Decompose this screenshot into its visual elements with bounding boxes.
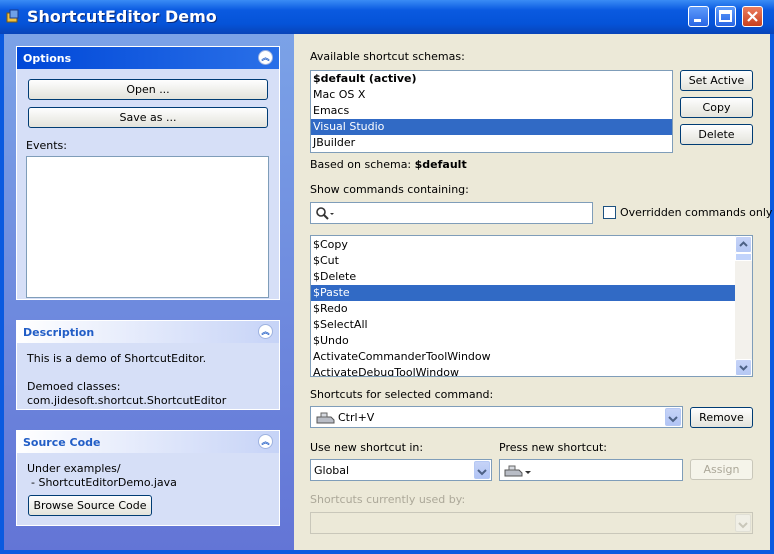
scroll-up-button[interactable] <box>735 236 752 253</box>
based-on-value: $default <box>414 158 467 171</box>
collapse-icon[interactable]: ︽ <box>258 324 273 339</box>
collapse-icon[interactable]: ︽ <box>258 50 273 65</box>
chevron-down-icon <box>668 416 678 423</box>
schemas-label: Available shortcut schemas: <box>310 50 465 63</box>
description-line: This is a demo of ShortcutEditor. <box>27 352 207 365</box>
events-list[interactable] <box>26 156 269 298</box>
description-line: com.jidesoft.shortcut.ShortcutEditor <box>27 394 227 407</box>
list-item[interactable]: $Undo <box>311 333 735 349</box>
set-active-button[interactable]: Set Active <box>680 70 753 91</box>
list-item[interactable]: Visual Studio <box>311 119 672 135</box>
list-item[interactable]: $Copy <box>311 237 735 253</box>
list-item[interactable]: Emacs <box>311 103 672 119</box>
list-item[interactable]: Mac OS X <box>311 87 672 103</box>
description-line: Demoed classes: <box>27 380 121 393</box>
chevron-down-icon <box>739 365 748 371</box>
chevron-up-icon <box>739 241 748 247</box>
source-code-panel: Source Code ︽ Under examples/ - Shortcut… <box>16 430 280 526</box>
based-on-prefix: Based on schema: <box>310 158 412 171</box>
shortcut-value: Ctrl+V <box>338 411 375 424</box>
minimize-button[interactable] <box>688 6 709 27</box>
description-panel-title: Description <box>23 326 95 339</box>
list-item[interactable]: ActivateDebugToolWindow <box>311 365 735 376</box>
list-item[interactable]: ActivateCommanderToolWindow <box>311 349 735 365</box>
search-icon <box>316 207 334 220</box>
overridden-label: Overridden commands only <box>620 206 773 219</box>
press-label: Press new shortcut: <box>499 441 607 454</box>
combo-dropdown-button[interactable] <box>474 461 490 479</box>
description-panel-header[interactable]: Description ︽ <box>17 321 279 343</box>
scroll-down-button[interactable] <box>735 359 752 376</box>
source-code-panel-title: Source Code <box>23 436 101 449</box>
source-code-panel-header[interactable]: Source Code ︽ <box>17 431 279 453</box>
combo-dropdown-button[interactable] <box>735 514 751 532</box>
open-button[interactable]: Open ... <box>28 79 268 100</box>
overridden-checkbox[interactable] <box>603 206 616 219</box>
close-button[interactable] <box>742 6 763 27</box>
keyboard-icon <box>504 465 531 477</box>
remove-button[interactable]: Remove <box>690 407 753 428</box>
events-label: Events: <box>26 139 67 152</box>
list-item[interactable]: $Paste <box>311 285 735 301</box>
schemas-list[interactable]: $default (active) Mac OS X Emacs Visual Stu… <box>310 70 673 153</box>
app-icon <box>6 9 19 23</box>
maximize-icon <box>719 10 732 22</box>
assign-button[interactable]: Assign <box>690 459 753 480</box>
filter-input[interactable] <box>310 202 593 224</box>
source-line: Under examples/ <box>27 462 121 475</box>
task-pane: Options ︽ Open ... Save as ... Events: D… <box>4 34 294 550</box>
options-panel: Options ︽ Open ... Save as ... Events: <box>16 46 280 300</box>
shortcuts-label: Shortcuts for selected command: <box>310 388 494 401</box>
delete-button[interactable]: Delete <box>680 124 753 145</box>
save-as-button[interactable]: Save as ... <box>28 107 268 128</box>
list-item[interactable]: JBuilder <box>311 135 672 151</box>
options-panel-header[interactable]: Options ︽ <box>17 47 279 69</box>
filter-label: Show commands containing: <box>310 183 469 196</box>
press-shortcut-input[interactable] <box>499 459 683 481</box>
window-title: ShortcutEditor Demo <box>27 7 217 26</box>
maximize-button[interactable] <box>715 6 736 27</box>
chevron-down-icon <box>477 469 487 476</box>
minimize-icon <box>694 19 701 22</box>
list-item[interactable]: $Cut <box>311 253 735 269</box>
copy-button[interactable]: Copy <box>680 97 753 118</box>
use-in-label: Use new shortcut in: <box>310 441 424 454</box>
list-item[interactable]: $Delete <box>311 269 735 285</box>
list-item[interactable]: $SelectAll <box>311 317 735 333</box>
combo-dropdown-button[interactable] <box>665 408 681 426</box>
close-icon <box>747 11 758 22</box>
use-in-value: Global <box>314 464 350 477</box>
use-in-combo[interactable]: Global <box>310 459 492 481</box>
title-bar[interactable]: ShortcutEditor Demo <box>0 0 774 34</box>
keyboard-icon <box>316 412 335 424</box>
list-item[interactable]: $default (active) <box>311 71 672 87</box>
client-area: Options ︽ Open ... Save as ... Events: D… <box>4 34 773 550</box>
used-by-label: Shortcuts currently used by: <box>310 493 466 506</box>
description-panel: Description ︽ This is a demo of Shortcut… <box>16 320 280 410</box>
scroll-thumb[interactable] <box>735 253 752 261</box>
based-on-label: Based on schema: $default <box>310 158 467 171</box>
options-panel-title: Options <box>23 52 72 65</box>
commands-list[interactable]: $Copy $Cut $Delete $Paste $Redo $SelectAll $Un… <box>310 235 753 377</box>
browse-source-button[interactable]: Browse Source Code <box>28 495 152 516</box>
used-by-combo[interactable] <box>310 512 753 534</box>
list-item[interactable]: $Redo <box>311 301 735 317</box>
app-window: ShortcutEditor Demo Options ︽ Open ... S… <box>0 0 774 554</box>
collapse-icon[interactable]: ︽ <box>258 434 273 449</box>
source-line: - ShortcutEditorDemo.java <box>31 476 177 489</box>
shortcuts-combo[interactable]: Ctrl+V <box>310 406 683 428</box>
commands-scrollbar[interactable] <box>735 236 752 376</box>
chevron-down-icon <box>738 522 748 529</box>
